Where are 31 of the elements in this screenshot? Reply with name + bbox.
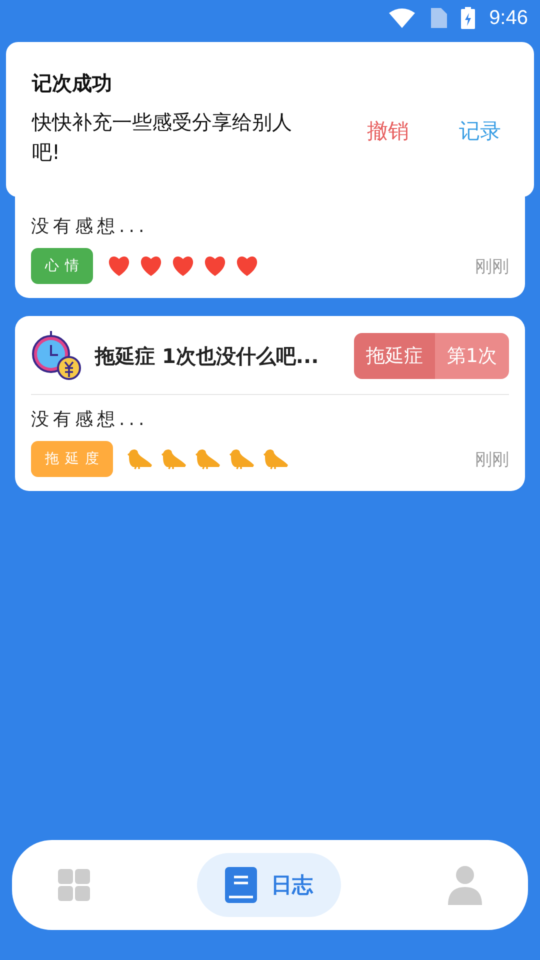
heart-icon bbox=[171, 255, 195, 277]
entry-title: 拖延症 1次也没什么吧... bbox=[95, 342, 320, 370]
category-tag: 拖延度 bbox=[31, 441, 113, 477]
person-icon bbox=[448, 865, 482, 905]
entry-time: 刚刚 bbox=[475, 256, 509, 278]
entry-card[interactable]: 拖延症 1次也没什么吧... 拖延症 第1次 没有感想... 拖延度 刚刚 bbox=[15, 316, 525, 491]
grid-icon bbox=[58, 869, 90, 901]
entry-time: 刚刚 bbox=[475, 448, 509, 470]
undo-button[interactable]: 撤销 bbox=[367, 116, 409, 146]
bird-icon bbox=[161, 448, 187, 470]
no-sim-icon bbox=[429, 8, 448, 28]
record-button[interactable]: 记录 bbox=[459, 116, 501, 146]
toast-message: 快快补充一些感受分享给别人吧! bbox=[32, 109, 293, 166]
heart-icon bbox=[235, 255, 259, 277]
book-icon bbox=[225, 867, 257, 903]
heart-icon bbox=[107, 255, 131, 277]
entry-note: 没有感想... bbox=[31, 408, 150, 431]
battery-icon bbox=[461, 7, 476, 29]
category-tag: 心情 bbox=[31, 248, 93, 284]
nav-tab[interactable]: 日志 bbox=[197, 853, 341, 917]
status-time: 9:46 bbox=[489, 6, 528, 30]
heart-icon bbox=[139, 255, 163, 277]
entry-note: 没有感想... bbox=[31, 215, 150, 238]
bird-icon bbox=[263, 448, 289, 470]
bird-icon bbox=[195, 448, 221, 470]
bird-icon bbox=[229, 448, 255, 470]
clock-coin-icon bbox=[31, 330, 83, 382]
heart-icon bbox=[203, 255, 227, 277]
wifi-icon bbox=[389, 8, 416, 28]
toast-title: 记次成功 bbox=[32, 70, 113, 97]
bird-icon bbox=[127, 448, 153, 470]
